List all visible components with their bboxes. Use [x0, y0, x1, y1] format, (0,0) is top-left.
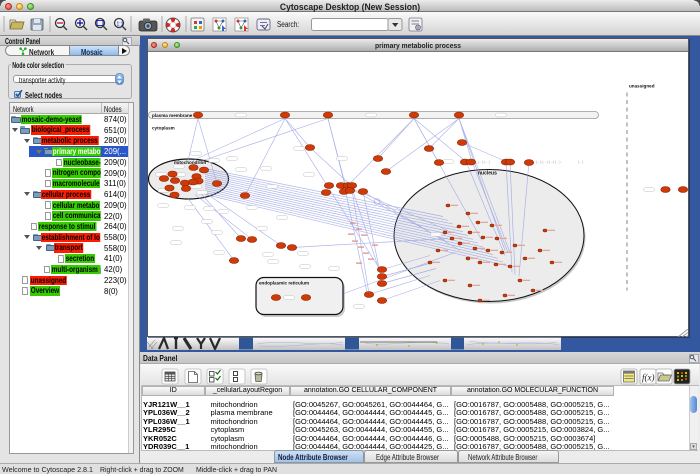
svg-text:1:1: 1:1 [117, 22, 124, 28]
svg-text:cytoplasm: cytoplasm [152, 125, 175, 130]
svg-text:(…): (…) [578, 160, 583, 164]
svg-text:f(x): f(x) [642, 373, 655, 383]
svg-text:mitochondrion: mitochondrion [174, 160, 206, 165]
svg-text:plasma membrane: plasma membrane [152, 113, 193, 118]
svg-text:(…)·(…)·(…)·(…): (…)·(…)·(…)·(…) [536, 160, 560, 164]
svg-text:(…)·(…): (…)·(…) [478, 160, 490, 164]
svg-text:unassigned: unassigned [629, 83, 655, 88]
svg-text:nucleus: nucleus [478, 170, 497, 176]
svg-text:endoplasmic reticulum: endoplasmic reticulum [259, 280, 309, 285]
